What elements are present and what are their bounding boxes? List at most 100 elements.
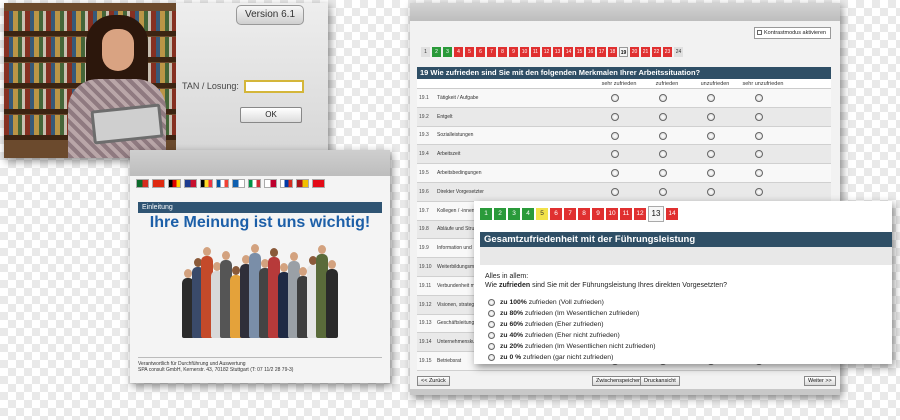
page-7[interactable]: 7 [564,208,576,220]
radio-button[interactable] [707,112,715,121]
japan-flag[interactable] [264,179,277,188]
page-1[interactable]: 1 [421,47,430,57]
radio-button[interactable] [611,112,619,121]
china-flag[interactable] [152,179,165,188]
radio-button[interactable] [488,343,495,350]
question-intro: Alles in allem: [485,273,529,280]
radio-button[interactable] [488,299,495,306]
page-22[interactable]: 22 [652,47,661,57]
turkey-flag[interactable] [312,179,325,188]
france-flag[interactable] [216,179,229,188]
radio-button[interactable] [488,310,495,317]
page-2[interactable]: 2 [494,208,506,220]
page-8[interactable]: 8 [498,47,507,57]
page-12[interactable]: 12 [634,208,646,220]
greece-flag[interactable] [232,179,245,188]
page-19[interactable]: 19 [619,47,628,57]
page-11[interactable]: 11 [620,208,632,220]
italy-flag[interactable] [248,179,261,188]
item-number: 19.7 [419,207,429,214]
radio-button[interactable] [659,169,667,178]
radio-button[interactable] [659,131,667,140]
print-view-button[interactable]: Druckansicht [640,376,680,386]
page-7[interactable]: 7 [487,47,496,57]
save-intermediate-button[interactable]: Zwischenspeichern [592,376,648,386]
radio-button[interactable] [488,354,495,361]
page-4[interactable]: 4 [454,47,463,57]
page-10[interactable]: 10 [606,208,618,220]
radio-button[interactable] [755,150,763,159]
radio-button[interactable] [755,131,763,140]
page-18[interactable]: 18 [608,47,617,57]
radio-button[interactable] [755,169,763,178]
germany-flag[interactable] [168,179,181,188]
spain-flag[interactable] [296,179,309,188]
radio-button[interactable] [707,131,715,140]
answer-option[interactable]: zu 40% zufrieden (Eher nicht zufrieden) [488,330,656,341]
page-23[interactable]: 23 [663,47,672,57]
radio-button[interactable] [659,187,667,196]
answer-option[interactable]: zu 0 % zufrieden (gar nicht zufrieden) [488,352,656,363]
radio-button[interactable] [659,150,667,159]
ok-button[interactable]: OK [240,107,302,123]
answer-option[interactable]: zu 100% zufrieden (Voll zufrieden) [488,297,656,308]
contrast-mode-checkbox[interactable]: Kontrastmodus aktivieren [754,27,831,39]
radio-button[interactable] [707,150,715,159]
radio-button[interactable] [755,112,763,121]
page-4[interactable]: 4 [522,208,534,220]
page-9[interactable]: 9 [592,208,604,220]
page-16[interactable]: 16 [586,47,595,57]
radio-button[interactable] [488,332,495,339]
matrix-row: 19.4 Arbeitszeit [417,145,831,165]
page-13[interactable]: 13 [553,47,562,57]
page-10[interactable]: 10 [520,47,529,57]
radio-button[interactable] [488,321,495,328]
page-11[interactable]: 11 [531,47,540,57]
radio-button[interactable] [611,169,619,178]
portugal-flag[interactable] [136,179,149,188]
radio-button[interactable] [659,112,667,121]
radio-button[interactable] [611,150,619,159]
radio-button[interactable] [611,187,619,196]
page-6[interactable]: 6 [476,47,485,57]
radio-button[interactable] [707,169,715,178]
radio-button[interactable] [659,93,667,102]
radio-button[interactable] [707,93,715,102]
contrast-mode-label: Kontrastmodus aktivieren [764,30,827,36]
page-17[interactable]: 17 [597,47,606,57]
page-3[interactable]: 3 [508,208,520,220]
radio-button[interactable] [755,93,763,102]
column-header: unzufrieden [700,81,730,87]
uk-flag[interactable] [184,179,197,188]
radio-button[interactable] [611,93,619,102]
page-15[interactable]: 15 [575,47,584,57]
page-21[interactable]: 21 [641,47,650,57]
russia-flag[interactable] [280,179,293,188]
tan-input[interactable] [244,80,304,93]
page-6[interactable]: 6 [550,208,562,220]
next-button[interactable]: Weiter >> [804,376,836,386]
back-button[interactable]: << Zurück [417,376,450,386]
radio-button[interactable] [611,131,619,140]
page-9[interactable]: 9 [509,47,518,57]
page-24[interactable]: 24 [674,47,683,57]
page-2[interactable]: 2 [432,47,441,57]
page-14[interactable]: 14 [666,208,678,220]
answer-option[interactable]: zu 20% zufrieden (Im Wesentlichen nicht … [488,341,656,352]
page-14[interactable]: 14 [564,47,573,57]
page-5[interactable]: 5 [536,208,548,220]
page-1[interactable]: 1 [480,208,492,220]
page-3[interactable]: 3 [443,47,452,57]
belgium-flag[interactable] [200,179,213,188]
page-20[interactable]: 20 [630,47,639,57]
page-8[interactable]: 8 [578,208,590,220]
page-13[interactable]: 13 [648,206,664,222]
answer-option[interactable]: zu 80% zufrieden (Im Wesentlichen zufrie… [488,308,656,319]
page-12[interactable]: 12 [542,47,551,57]
radio-button[interactable] [755,187,763,196]
page-5[interactable]: 5 [465,47,474,57]
option-label: zu 20% zufrieden (Im Wesentlichen nicht … [500,343,656,350]
radio-button[interactable] [707,187,715,196]
option-label: zu 60% zufrieden (Eher zufrieden) [500,321,604,328]
answer-option[interactable]: zu 60% zufrieden (Eher zufrieden) [488,319,656,330]
